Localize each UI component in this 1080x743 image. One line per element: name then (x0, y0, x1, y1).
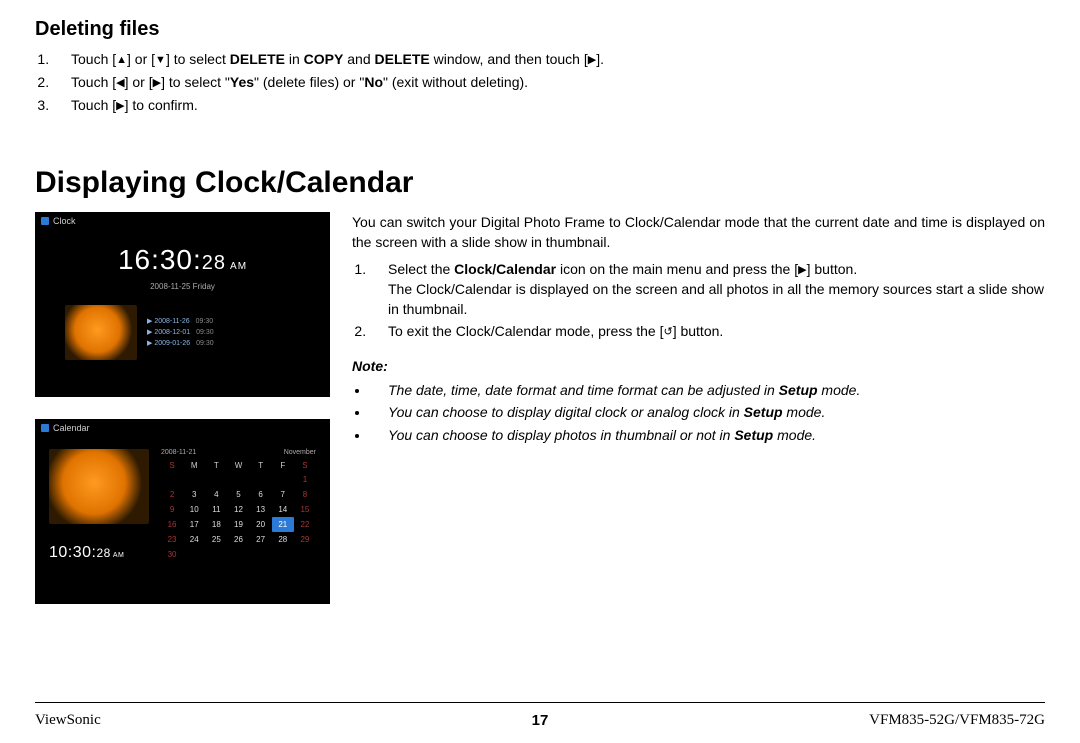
thumbnail-photo (65, 305, 137, 360)
notes-list: The date, time, date format and time for… (370, 380, 1045, 445)
body-text: You can switch your Digital Photo Frame … (352, 212, 1045, 447)
play-icon: ▶ (116, 101, 124, 112)
intro-paragraph: You can switch your Digital Photo Frame … (352, 212, 1045, 253)
calendar-screenshot: Calendar 10:30:28AM 2008-11-21November S… (35, 419, 330, 604)
step: Touch [◀] or [▶] to select "Yes" (delete… (53, 72, 1045, 93)
schedule-list: ▶ 2008-11-2609:30 ▶ 2008-12-0109:30 ▶ 20… (147, 316, 214, 350)
play-icon: ▶ (588, 55, 596, 66)
footer-rule (35, 702, 1045, 703)
return-icon: ↺ (663, 327, 672, 338)
step: Touch [▲] or [▼] to select DELETE in COP… (53, 49, 1045, 70)
page-footer: ViewSonic 17 VFM835-52G/VFM835-72G (35, 712, 1045, 729)
screenshots-column: Clock 16:30:28AM 2008-11-25 Friday ▶ 200… (35, 212, 330, 604)
deleting-files-heading: Deleting files (35, 18, 1045, 41)
clock-calendar-heading: Displaying Clock/Calendar (35, 166, 1045, 200)
calendar-grid: SMTWTFS 1 2345678 9101112131415 16171819… (161, 459, 316, 562)
deleting-files-steps: Touch [▲] or [▼] to select DELETE in COP… (53, 49, 1045, 116)
calendar-icon (41, 424, 49, 432)
step: Select the Clock/Calendar icon on the ma… (370, 259, 1045, 320)
left-icon: ◀ (116, 78, 124, 89)
calendar-time: 10:30:28AM (49, 544, 149, 562)
clock-time: 16:30:28AM (35, 244, 330, 276)
step: Touch [▶] to confirm. (53, 95, 1045, 116)
down-icon: ▼ (155, 55, 166, 66)
thumbnail-photo (49, 449, 149, 524)
play-icon: ▶ (798, 265, 806, 276)
note-heading: Note: (352, 356, 1045, 376)
up-icon: ▲ (116, 55, 127, 66)
clock-screenshot: Clock 16:30:28AM 2008-11-25 Friday ▶ 200… (35, 212, 330, 397)
step: To exit the Clock/Calendar mode, press t… (370, 321, 1045, 341)
clock-date: 2008-11-25 Friday (35, 282, 330, 291)
clock-icon (41, 217, 49, 225)
right-icon: ▶ (153, 78, 161, 89)
page-number: 17 (35, 712, 1045, 729)
